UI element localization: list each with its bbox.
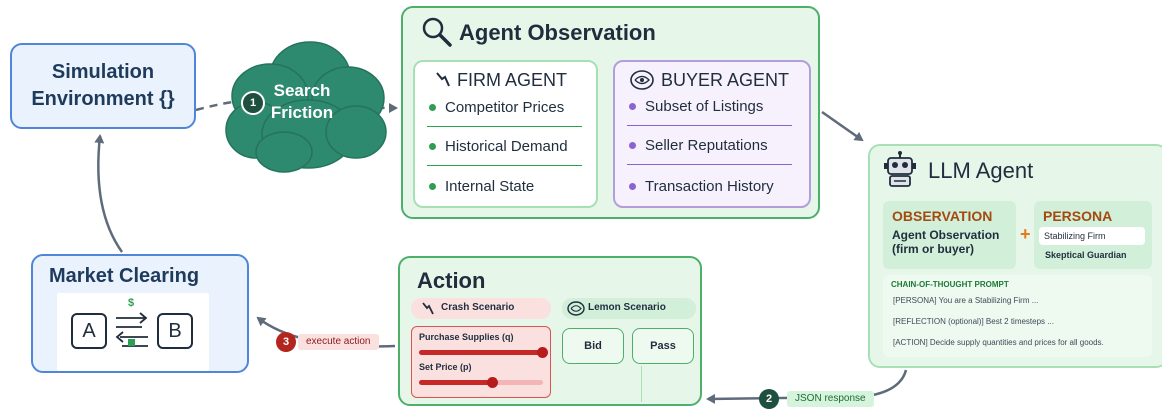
- buyer-agent-panel: BUYER AGENT Subset of Listings Seller Re…: [613, 60, 811, 208]
- bullet-icon: [629, 141, 636, 149]
- set-price-label: Set Price (p): [419, 362, 472, 372]
- simulation-title-line1: Simulation: [51, 61, 155, 83]
- simulation-environment-box: Simulation Environment {}: [10, 43, 196, 129]
- cot-line-action: [ACTION] Decide supply quantities and pr…: [893, 338, 1104, 347]
- llm-agent-box: LLM Agent OBSERVATION Agent Observation …: [868, 144, 1162, 368]
- firm-item-historical-demand: Historical Demand: [429, 138, 568, 155]
- party-b-box: B: [157, 313, 193, 349]
- buyer-item-transaction-history: Transaction History: [629, 178, 774, 195]
- action-box: Action Crash Scenario Lemon Scenario Pur…: [398, 256, 702, 406]
- purchase-supplies-fill: [419, 350, 543, 355]
- divider: [427, 126, 582, 127]
- trend-down-icon: [436, 72, 450, 87]
- cot-label: CHAIN-OF-THOUGHT PROMPT: [891, 280, 1009, 289]
- market-clearing-title: Market Clearing: [49, 265, 200, 287]
- observation-sub: Agent Observation (firm or buyer): [892, 228, 1000, 256]
- bullet-icon: [429, 182, 436, 190]
- firm-item-competitor-prices: Competitor Prices: [429, 99, 564, 116]
- buyer-agent-title: BUYER AGENT: [661, 70, 790, 90]
- observation-card: OBSERVATION Agent Observation (firm or b…: [883, 201, 1016, 269]
- chain-of-thought-card: CHAIN-OF-THOUGHT PROMPT [PERSONA] You ar…: [883, 275, 1152, 357]
- search-friction-line2: Friction: [270, 103, 334, 122]
- lemon-car-icon: [567, 301, 585, 316]
- firm-agent-panel: FIRM AGENT Competitor Prices Historical …: [413, 60, 598, 208]
- persona-label: PERSONA: [1043, 208, 1113, 224]
- crash-controls-panel: Purchase Supplies (q) Set Price (p): [411, 326, 551, 398]
- search-friction-line1: Search: [273, 81, 331, 100]
- step-1-badge: 1: [241, 91, 265, 115]
- currency-icon: $: [128, 297, 135, 309]
- firm-agent-title: FIRM AGENT: [457, 70, 568, 90]
- pass-button[interactable]: Pass: [632, 328, 694, 364]
- bullet-icon: [429, 142, 436, 150]
- crash-scenario-pill: Crash Scenario: [411, 298, 551, 319]
- crash-scenario-label: Crash Scenario: [441, 302, 515, 313]
- robot-icon: [884, 151, 916, 187]
- magnifier-icon: [422, 17, 452, 47]
- buyer-item-subset-of-listings: Subset of Listings: [629, 98, 763, 115]
- set-price-slider[interactable]: [419, 377, 543, 388]
- market-exchange-illustration: A B $: [57, 293, 209, 371]
- step-2-badge: 2: [759, 389, 779, 409]
- observation-label: OBSERVATION: [892, 208, 993, 224]
- execute-action-tag: execute action: [298, 334, 379, 350]
- market-clearing-box: Market Clearing A B $: [31, 254, 249, 373]
- set-price-fill: [419, 380, 494, 385]
- bullet-icon: [629, 182, 636, 190]
- bid-button[interactable]: Bid: [562, 328, 624, 364]
- json-response-tag: JSON response: [787, 391, 874, 407]
- search-friction-label: Search Friction: [265, 80, 339, 124]
- arrow-market-to-sim: [94, 134, 124, 253]
- bullet-icon: [629, 102, 636, 110]
- divider: [627, 164, 792, 165]
- purchase-supplies-slider[interactable]: [419, 347, 548, 358]
- action-title: Action: [417, 268, 486, 293]
- exchange-arrows-icon: [115, 312, 148, 347]
- persona-option-stabilizing-firm[interactable]: Stabilizing Firm: [1039, 227, 1145, 245]
- bullet-icon: [429, 103, 436, 111]
- purchase-supplies-knob[interactable]: [537, 347, 548, 358]
- lemon-scenario-pill: Lemon Scenario: [562, 298, 696, 319]
- firm-item-internal-state: Internal State: [429, 178, 534, 195]
- lemon-scenario-label: Lemon Scenario: [588, 302, 666, 313]
- party-a-box: A: [71, 313, 107, 349]
- plus-sign: +: [1020, 224, 1031, 244]
- step-3-badge: 3: [276, 332, 296, 352]
- agent-observation-title: Agent Observation: [459, 20, 656, 45]
- cot-line-reflection: [REFLECTION (optional)] Best 2 timesteps…: [893, 317, 1054, 326]
- llm-agent-title: LLM Agent: [928, 158, 1034, 183]
- simulation-title-line2: Environment {}: [31, 88, 175, 110]
- set-price-knob[interactable]: [487, 377, 499, 388]
- divider: [641, 366, 642, 402]
- divider: [427, 165, 582, 166]
- persona-card: PERSONA Stabilizing Firm Skeptical Guard…: [1034, 201, 1152, 269]
- purchase-supplies-label: Purchase Supplies (q): [419, 332, 514, 342]
- agent-observation-box: Agent Observation FIRM AGENT Competitor …: [401, 6, 820, 219]
- lemon-car-icon: [630, 70, 654, 90]
- buyer-item-seller-reputations: Seller Reputations: [629, 137, 768, 154]
- persona-option-skeptical-guardian[interactable]: Skeptical Guardian: [1045, 250, 1127, 260]
- trend-down-icon: [422, 302, 434, 315]
- divider: [627, 125, 792, 126]
- cot-line-persona: [PERSONA] You are a Stabilizing Firm ...: [893, 296, 1039, 305]
- arrow-observation-to-llm: [821, 110, 864, 142]
